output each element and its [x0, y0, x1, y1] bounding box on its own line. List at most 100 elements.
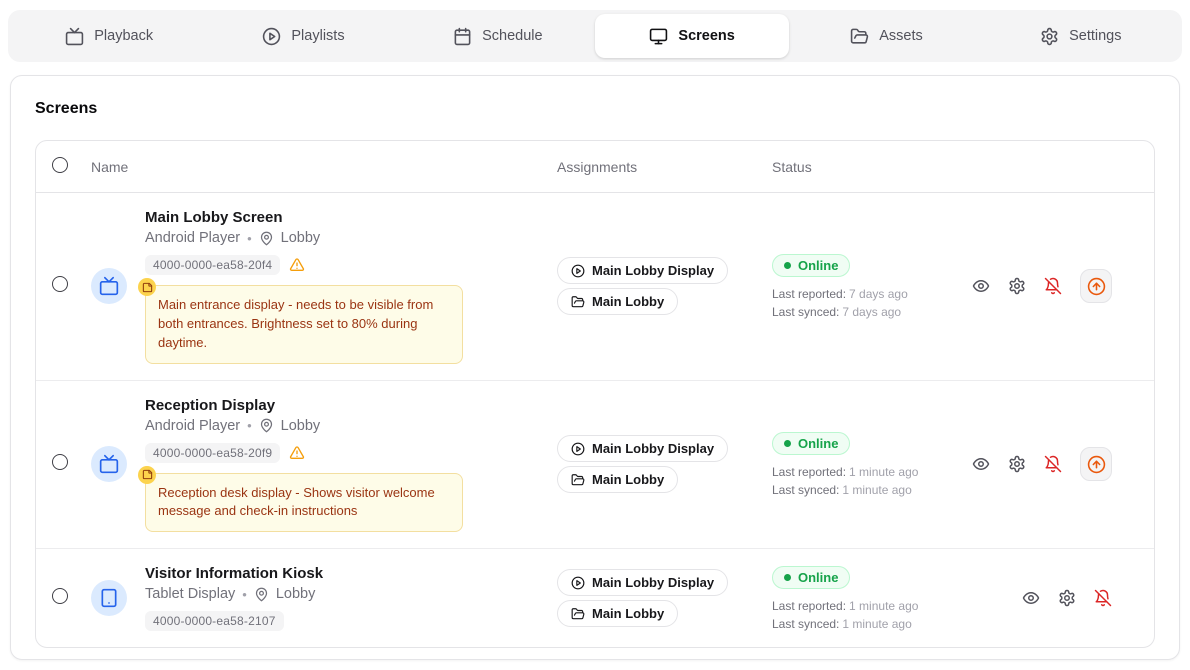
eye-icon — [1022, 589, 1040, 607]
preview-button[interactable] — [1022, 589, 1040, 607]
eye-icon — [972, 455, 990, 473]
select-all-checkbox[interactable] — [52, 157, 68, 173]
online-dot — [784, 574, 791, 581]
assignment-group-button[interactable]: Main Lobby — [557, 288, 678, 315]
tab-label: Playback — [94, 28, 153, 44]
screen-info: Reception Display Android Player • Lobby… — [145, 397, 463, 533]
screen-name: Main Lobby Screen — [145, 209, 463, 226]
play-circle-icon — [571, 576, 585, 590]
note-badge — [138, 278, 156, 296]
warning-triangle-icon — [289, 445, 305, 461]
table-body: Main Lobby Screen Android Player • Lobby… — [36, 193, 1154, 647]
device-avatar — [91, 268, 127, 304]
tv-icon — [65, 27, 84, 46]
top-navigation: Playback Playlists Schedule Screens Asse… — [8, 10, 1182, 62]
screen-settings-button[interactable] — [1008, 455, 1026, 473]
device-avatar — [91, 580, 127, 616]
screen-subtitle: Android Player • Lobby — [145, 418, 463, 434]
screens-table: Name Assignments Status Main Lobby Scree… — [35, 140, 1155, 648]
column-header-name: Name — [91, 159, 128, 175]
tab-schedule[interactable]: Schedule — [401, 14, 595, 58]
screen-name: Reception Display — [145, 397, 463, 414]
tablet-icon — [99, 588, 119, 608]
table-row: Reception Display Android Player • Lobby… — [36, 381, 1154, 550]
status-label: Online — [798, 258, 838, 273]
last-synced-line: Last synced:1 minute ago — [772, 483, 972, 497]
row-checkbox[interactable] — [52, 588, 68, 604]
assignment-label: Main Lobby — [592, 472, 664, 487]
separator-dot: • — [242, 587, 247, 602]
notifications-off-button[interactable] — [1044, 455, 1062, 473]
tab-playback[interactable]: Playback — [12, 14, 206, 58]
status-cell: Online Last reported:7 days ago Last syn… — [772, 254, 972, 319]
last-reported-value: 7 days ago — [849, 287, 908, 301]
location-label: Lobby — [281, 418, 321, 434]
separator-dot: • — [247, 418, 252, 433]
last-reported-value: 1 minute ago — [849, 465, 918, 479]
screen-subtitle: Android Player • Lobby — [145, 230, 463, 246]
status-label: Online — [798, 570, 838, 585]
bell-off-icon — [1044, 277, 1062, 295]
circle-arrow-up-icon — [1087, 455, 1106, 474]
tab-settings[interactable]: Settings — [984, 14, 1178, 58]
player-type: Android Player — [145, 418, 240, 434]
device-id-badge: 4000-0000-ea58-20f9 — [145, 443, 280, 463]
tab-label: Settings — [1069, 28, 1121, 44]
notifications-off-button[interactable] — [1094, 589, 1112, 607]
screen-settings-button[interactable] — [1008, 277, 1026, 295]
last-synced-value: 1 minute ago — [842, 617, 911, 631]
player-type: Android Player — [145, 230, 240, 246]
sticky-note-icon — [142, 469, 153, 480]
screen-settings-button[interactable] — [1058, 589, 1076, 607]
preview-button[interactable] — [972, 455, 990, 473]
table-header-row: Name Assignments Status — [36, 141, 1154, 193]
screen-info: Visitor Information Kiosk Tablet Display… — [145, 565, 323, 631]
assignment-group-button[interactable]: Main Lobby — [557, 466, 678, 493]
sticky-note-icon — [142, 282, 153, 293]
last-synced-value: 1 minute ago — [842, 483, 911, 497]
assignment-playlist-button[interactable]: Main Lobby Display — [557, 435, 728, 462]
screen-info: Main Lobby Screen Android Player • Lobby… — [145, 209, 463, 364]
tv-icon — [99, 276, 119, 296]
note-badge — [138, 466, 156, 484]
screen-name: Visitor Information Kiosk — [145, 565, 323, 582]
assignment-playlist-button[interactable]: Main Lobby Display — [557, 257, 728, 284]
preview-button[interactable] — [972, 277, 990, 295]
screen-note: Reception desk display - Shows visitor w… — [145, 473, 463, 533]
notifications-off-button[interactable] — [1044, 277, 1062, 295]
last-reported-line: Last reported:7 days ago — [772, 287, 972, 301]
last-synced-line: Last synced:7 days ago — [772, 305, 972, 319]
tab-playlists[interactable]: Playlists — [206, 14, 400, 58]
location-pin-icon — [259, 231, 274, 246]
status-badge: Online — [772, 254, 850, 277]
row-checkbox[interactable] — [52, 276, 68, 292]
tab-screens[interactable]: Screens — [595, 14, 789, 58]
bell-off-icon — [1094, 589, 1112, 607]
assignment-playlist-button[interactable]: Main Lobby Display — [557, 569, 728, 596]
push-update-button[interactable] — [1080, 447, 1112, 481]
actions-cell — [972, 589, 1154, 607]
last-synced-line: Last synced:1 minute ago — [772, 617, 972, 631]
device-id-badge: 4000-0000-ea58-20f4 — [145, 255, 280, 275]
tab-assets[interactable]: Assets — [789, 14, 983, 58]
location-label: Lobby — [281, 230, 321, 246]
monitor-icon — [649, 27, 668, 46]
assignment-label: Main Lobby Display — [592, 575, 714, 590]
assignments-cell: Main Lobby Display Main Lobby — [557, 253, 772, 319]
location-pin-icon — [259, 418, 274, 433]
player-type: Tablet Display — [145, 586, 235, 602]
assignment-label: Main Lobby Display — [592, 441, 714, 456]
column-header-status: Status — [772, 159, 812, 175]
location-pin-icon — [254, 587, 269, 602]
row-checkbox[interactable] — [52, 454, 68, 470]
screens-panel: Screens Name Assignments Status — [10, 75, 1180, 660]
assignment-group-button[interactable]: Main Lobby — [557, 600, 678, 627]
device-id-badge: 4000-0000-ea58-2107 — [145, 611, 284, 631]
table-row: Main Lobby Screen Android Player • Lobby… — [36, 193, 1154, 381]
last-reported-value: 1 minute ago — [849, 599, 918, 613]
tab-label: Screens — [678, 28, 734, 44]
device-id-row: 4000-0000-ea58-20f4 — [145, 255, 463, 275]
actions-cell — [972, 447, 1154, 481]
push-update-button[interactable] — [1080, 269, 1112, 303]
calendar-icon — [453, 27, 472, 46]
